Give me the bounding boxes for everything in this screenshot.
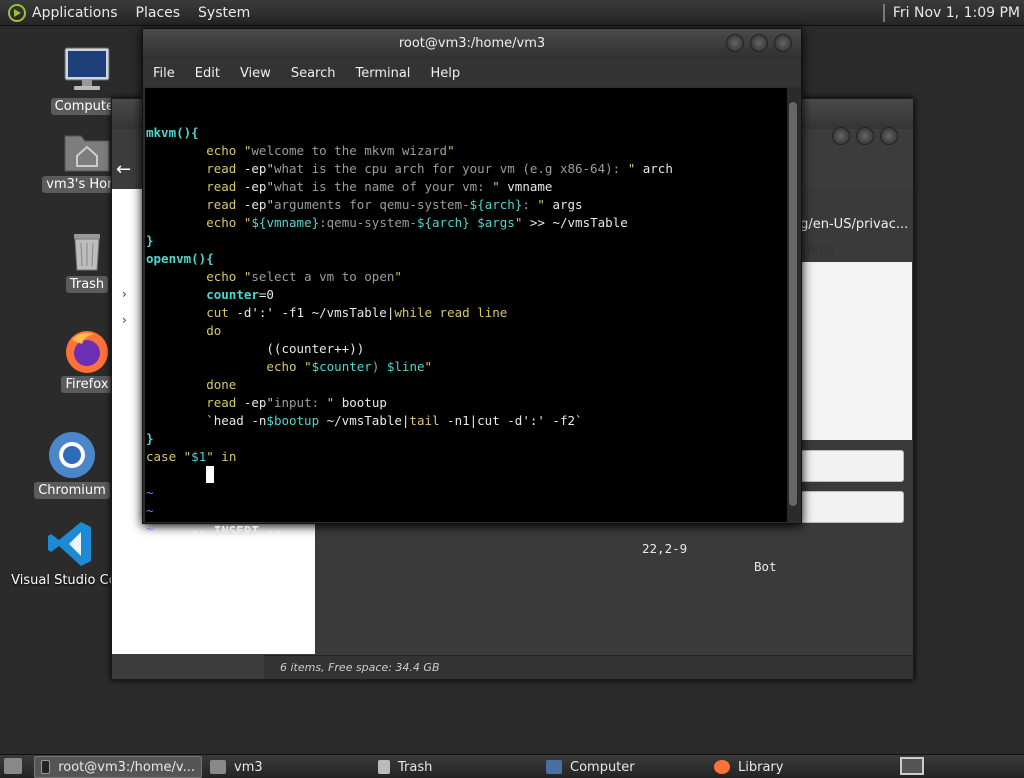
- scrollbar-thumb[interactable]: [789, 102, 797, 506]
- desktop-icon-label: Chromium: [34, 482, 110, 499]
- expand-arrow-icon[interactable]: ›: [122, 287, 127, 301]
- vscode-icon: [47, 520, 97, 568]
- clock[interactable]: Fri Nov 1, 1:09 PM: [875, 0, 1024, 26]
- terminal-menubar: File Edit View Search Terminal Help: [143, 59, 801, 87]
- terminal-line: [146, 466, 787, 484]
- status-bar: 6 items, Free space: 34.4 GB: [264, 655, 913, 679]
- menu-view[interactable]: View: [240, 66, 271, 81]
- task-label: root@vm3:/home/v...: [58, 759, 195, 775]
- cursor-position: 22,2-9: [642, 541, 688, 556]
- terminal-line: do: [206, 323, 222, 338]
- top-panel: Applications Places System Fri Nov 1, 1:…: [0, 0, 1024, 26]
- terminal-line: read -ep"input: " bootup: [206, 395, 387, 410]
- menu-file[interactable]: File: [153, 66, 175, 81]
- task-computer[interactable]: Computer: [540, 756, 705, 778]
- menu-system[interactable]: System: [198, 5, 250, 21]
- terminal-line: echo "welcome to the mkvm wizard": [206, 143, 455, 158]
- folder-icon: [210, 760, 226, 774]
- vim-mode: -- INSERT --: [191, 523, 282, 538]
- menu-search[interactable]: Search: [291, 66, 336, 81]
- distro-logo-icon[interactable]: [8, 3, 26, 22]
- menu-help[interactable]: Help: [430, 66, 460, 81]
- maximize-button[interactable]: [750, 34, 768, 52]
- terminal-line: ((counter++)): [146, 341, 365, 356]
- window-controls: [832, 127, 898, 145]
- terminal-line: echo "${vmname}:qemu-system-${arch} $arg…: [206, 215, 628, 230]
- scrollbar[interactable]: [787, 88, 799, 522]
- url-text: rg/en-US/privac...: [795, 217, 909, 232]
- window-controls: [726, 34, 792, 52]
- terminal-screen[interactable]: mkvm(){ echo "welcome to the mkvm wizard…: [145, 88, 787, 574]
- terminal-line: openvm(){: [146, 251, 214, 266]
- desktop-icon-chromium[interactable]: Chromium: [22, 430, 122, 499]
- task-terminal[interactable]: root@vm3:/home/v...: [34, 756, 202, 778]
- close-button[interactable]: [774, 34, 792, 52]
- clock-text: Fri Nov 1, 1:09 PM: [892, 5, 1020, 21]
- scroll-position: Bot: [754, 559, 777, 574]
- home-folder-icon: [62, 126, 112, 176]
- terminal-line: read -ep"arguments for qemu-system-${arc…: [206, 197, 583, 212]
- terminal-line: read -ep"what is the name of your vm: " …: [206, 179, 553, 194]
- task-label: Computer: [570, 759, 635, 775]
- terminal-line: ~: [146, 485, 154, 500]
- menu-terminal[interactable]: Terminal: [355, 66, 410, 81]
- task-label: Library: [738, 759, 784, 775]
- task-library[interactable]: Library: [708, 756, 873, 778]
- maximize-button[interactable]: [856, 127, 874, 145]
- close-button[interactable]: [880, 127, 898, 145]
- terminal-line: }: [146, 233, 154, 248]
- vim-statusline: -- INSERT -- 22,2-9 Bot: [146, 504, 786, 574]
- terminal-icon: [41, 760, 51, 774]
- terminal-line: case "$1" in: [146, 449, 237, 464]
- show-desktop-icon[interactable]: [4, 758, 22, 774]
- minimize-button[interactable]: [726, 34, 744, 52]
- menu-applications[interactable]: Applications: [32, 5, 118, 21]
- desktop-icon-label: Trash: [65, 276, 109, 293]
- expand-arrow-icon[interactable]: ›: [122, 313, 127, 327]
- firefox-icon: [714, 760, 730, 774]
- terminal-line: cut -d':' -f1 ~/vmsTable|while read line: [206, 305, 508, 320]
- terminal-line: echo "select a vm to open": [206, 269, 402, 284]
- computer-icon: [546, 760, 562, 774]
- task-trash[interactable]: Trash: [372, 756, 537, 778]
- text-cursor: [206, 466, 215, 483]
- desktop-icon-label: Firefox: [61, 376, 113, 393]
- workspace-switcher-icon[interactable]: [900, 757, 924, 775]
- terminal-window[interactable]: root@vm3:/home/vm3 File Edit View Search…: [142, 28, 802, 574]
- trash-icon: [62, 228, 112, 272]
- window-title[interactable]: root@vm3:/home/vm3: [143, 29, 801, 59]
- menu-places[interactable]: Places: [136, 5, 181, 21]
- terminal-line: mkvm(){: [146, 125, 199, 140]
- input-field[interactable]: [798, 491, 904, 523]
- chromium-icon: [47, 430, 97, 480]
- task-label: Trash: [398, 759, 433, 775]
- firefox-icon: [62, 326, 112, 376]
- terminal-line: echo "$counter) $line": [266, 359, 433, 374]
- terminal-line: `head -n$bootup ~/vmsTable|tail -n1|cut …: [146, 413, 583, 428]
- bottom-taskbar: root@vm3:/home/v... vm3 Trash Computer L…: [0, 754, 1024, 778]
- back-arrow-icon[interactable]: ←: [112, 159, 131, 180]
- minimize-button[interactable]: [832, 127, 850, 145]
- task-label: vm3: [234, 759, 263, 775]
- menu-edit[interactable]: Edit: [195, 66, 220, 81]
- input-field[interactable]: [798, 450, 904, 482]
- terminal-line: read -ep"what is the cpu arch for your v…: [206, 161, 673, 176]
- task-vm3[interactable]: vm3: [204, 756, 369, 778]
- desktop-icon-vscode[interactable]: Visual Studio Code: [11, 520, 133, 589]
- computer-icon: [62, 46, 112, 96]
- url-text-2: .moe/: [798, 243, 836, 258]
- terminal-line: counter=0: [206, 287, 274, 302]
- panel-separator: [882, 4, 885, 22]
- terminal-line: done: [206, 377, 237, 392]
- terminal-line: }: [146, 431, 154, 446]
- trash-icon: [378, 760, 390, 774]
